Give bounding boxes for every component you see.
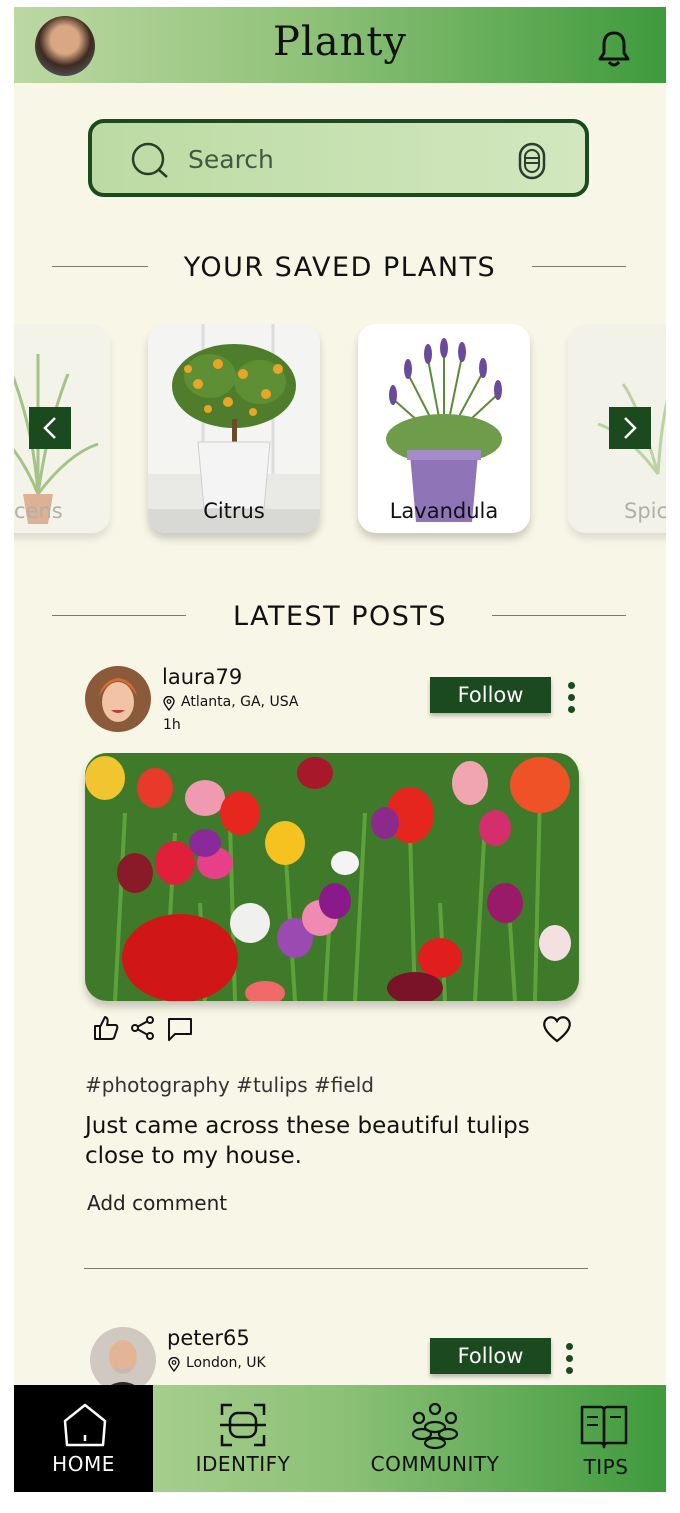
comment-icon[interactable]: [166, 1016, 194, 1042]
chevron-left-icon: [43, 417, 56, 439]
post-time: 1h: [163, 717, 181, 733]
nav-community[interactable]: COMMUNITY: [360, 1385, 510, 1492]
app-screen: Planty Search YOUR SAVED PLANTS cens Cit…: [14, 7, 666, 1492]
app-title: Planty: [273, 19, 407, 65]
nav-identify[interactable]: IDENTIFY: [178, 1385, 308, 1492]
nav-home[interactable]: HOME: [14, 1385, 153, 1492]
header: Planty: [14, 7, 666, 83]
search-icon: [131, 142, 168, 178]
post-author-avatar[interactable]: [90, 1327, 156, 1393]
post-username[interactable]: laura79: [162, 665, 242, 689]
chevron-right-icon: [624, 417, 637, 439]
nav-label: IDENTIFY: [195, 1452, 291, 1476]
carousel-next-button[interactable]: [609, 407, 651, 449]
plant-card-label: Citrus: [203, 499, 265, 523]
add-comment-input[interactable]: Add comment: [87, 1191, 227, 1215]
like-icon[interactable]: [92, 1014, 120, 1042]
plant-card-label: Lavandula: [389, 499, 499, 523]
post-author-avatar[interactable]: [85, 666, 151, 732]
post-location: London, UK: [186, 1355, 266, 1371]
latest-posts-title: LATEST POSTS: [232, 601, 448, 632]
tulip-field-image: [85, 753, 579, 1001]
plant-card-label: cens: [14, 499, 63, 523]
post-divider: [84, 1268, 588, 1269]
nav-tips[interactable]: TIPS: [566, 1385, 646, 1492]
post-location: Atlanta, GA, USA: [181, 694, 299, 710]
heart-icon[interactable]: [542, 1015, 572, 1043]
divider: [492, 615, 626, 616]
book-icon: [580, 1405, 628, 1449]
nav-label: COMMUNITY: [370, 1452, 500, 1476]
plant-card[interactable]: Citrus: [148, 324, 320, 533]
search-input[interactable]: Search: [188, 145, 274, 174]
bottom-nav: HOME IDENTIFY COMMUNITY TIPS: [14, 1385, 666, 1492]
nav-label: TIPS: [583, 1455, 629, 1479]
bell-icon[interactable]: [596, 29, 632, 69]
scan-icon: [220, 1403, 266, 1447]
share-icon[interactable]: [130, 1015, 156, 1041]
nav-label: HOME: [52, 1452, 115, 1476]
more-options-icon[interactable]: [566, 1343, 574, 1379]
scan-icon[interactable]: [514, 141, 550, 181]
home-icon: [63, 1403, 107, 1447]
carousel-prev-button[interactable]: [29, 407, 71, 449]
more-options-icon[interactable]: [568, 682, 576, 718]
location-pin-icon: [163, 696, 175, 711]
search-bar[interactable]: Search: [88, 119, 589, 197]
community-icon: [411, 1402, 459, 1450]
follow-button[interactable]: Follow: [430, 1338, 551, 1374]
post-caption: Just came across these beautiful tulips …: [85, 1113, 530, 1169]
plant-card[interactable]: Lavandula: [358, 324, 530, 533]
divider: [532, 266, 626, 267]
post-hashtags[interactable]: #photography #tulips #field: [85, 1073, 374, 1097]
saved-plants-title: YOUR SAVED PLANTS: [183, 252, 497, 283]
post-username[interactable]: peter65: [167, 1326, 250, 1350]
location-pin-icon: [168, 1357, 180, 1372]
plant-card-label: Spic: [624, 499, 666, 523]
post-image[interactable]: [85, 753, 579, 1001]
follow-button[interactable]: Follow: [430, 677, 551, 713]
